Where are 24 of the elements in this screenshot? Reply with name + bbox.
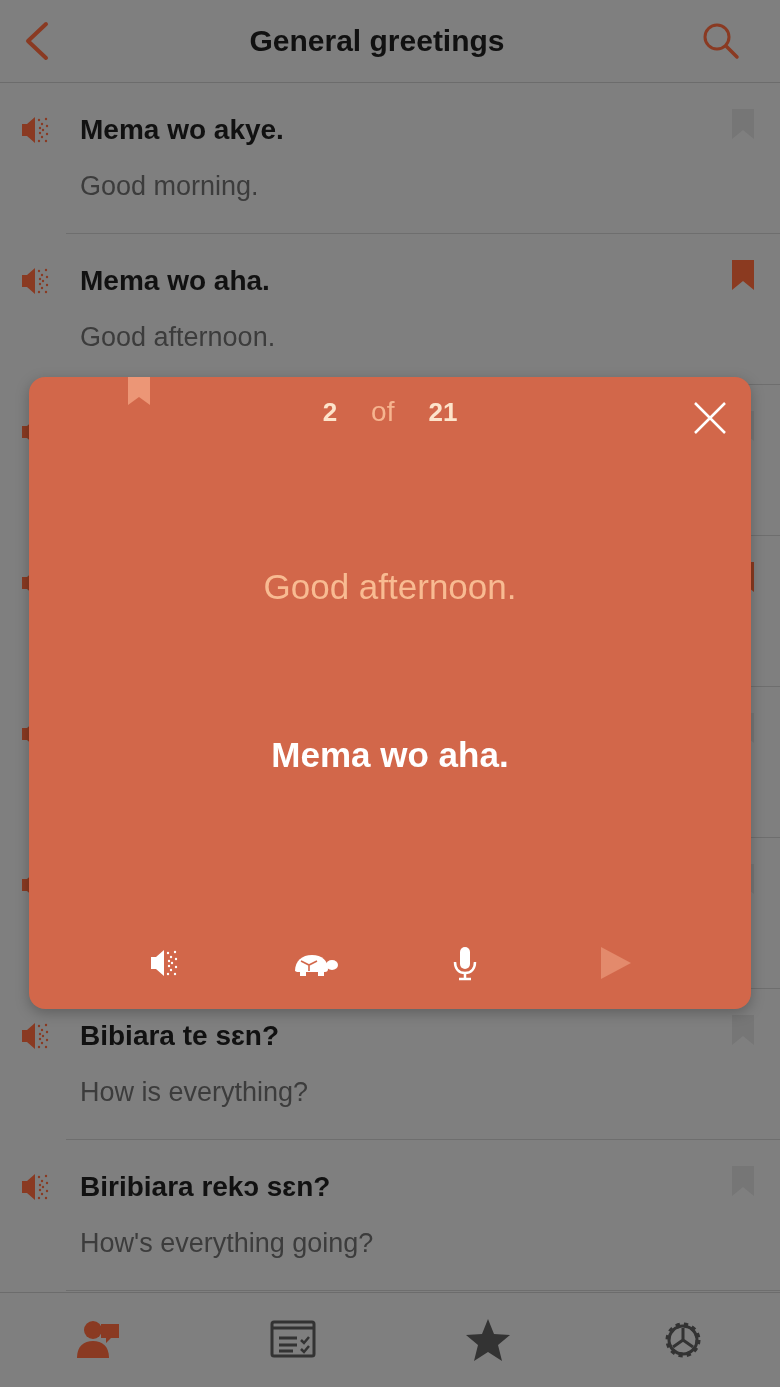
phrase-text: Mema wo aha. [271,735,509,775]
speaker-icon[interactable] [149,947,180,979]
speaker-icon[interactable] [20,1171,50,1203]
phrase-text: Bibiara te sɛn? [80,1019,281,1053]
phrase-text: Mema wo aha. [80,264,271,298]
speaker-icon[interactable] [20,1020,50,1052]
close-icon[interactable] [693,401,727,435]
translation-text: How is everything? [80,1076,310,1109]
translation-text: How's everything going? [80,1227,375,1260]
star-icon[interactable] [464,1318,511,1362]
total-number: 21 [428,397,458,428]
speaker-icon[interactable] [20,114,50,146]
bookmark-filled-icon[interactable] [732,260,754,290]
position-number: 2 [322,397,338,428]
phrase-text: Biribiara rekɔ sɛn? [80,1170,332,1204]
screen-title: General greetings [248,24,506,58]
speaker-icon[interactable] [20,265,50,297]
counter-label: of [371,396,395,428]
bookmark-icon[interactable] [128,377,150,405]
search-icon[interactable] [702,22,740,60]
translation-text: Good morning. [80,170,260,203]
translation-text: Good afternoon. [80,321,277,354]
translation-text: Good afternoon. [263,567,517,607]
phrase-text: Mema wo akye. [80,113,285,147]
